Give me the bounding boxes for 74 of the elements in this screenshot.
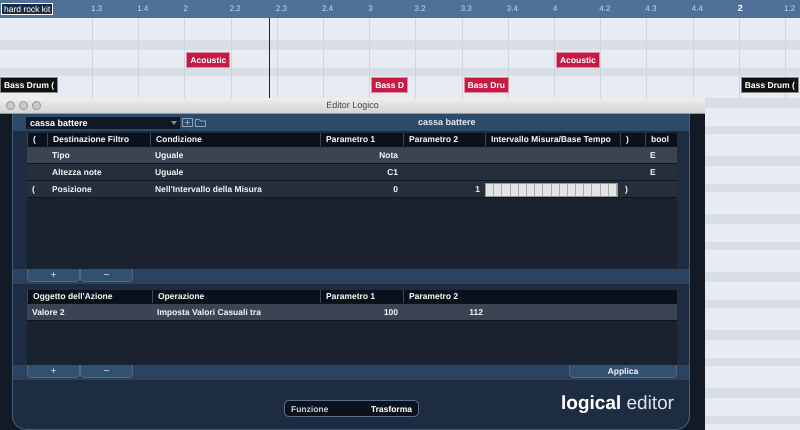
midi-part[interactable]: Bass D xyxy=(371,77,408,93)
column-header[interactable]: Intervallo Misura/Base Tempo xyxy=(485,133,620,146)
ruler-label: 3.4 xyxy=(506,4,518,13)
column-header[interactable]: bool xyxy=(645,133,672,146)
ruler-label: 3.3 xyxy=(460,4,472,13)
close-icon[interactable] xyxy=(6,101,15,110)
table-cell-text: E xyxy=(649,167,657,177)
table-cell-text: ( xyxy=(31,184,36,194)
ruler-label: 4 xyxy=(553,4,558,13)
table-cell-text: Nota xyxy=(378,150,399,160)
table-cell-text: 0 xyxy=(392,184,399,194)
ruler-label: 1.4 xyxy=(137,4,148,13)
track-name-label: hard rock kit xyxy=(1,3,54,15)
column-header[interactable]: Destinazione Filtro xyxy=(47,133,150,146)
table-cell-text: E xyxy=(649,150,657,160)
midi-part[interactable]: Acoustic xyxy=(186,52,230,68)
ruler-label: 1.2 xyxy=(784,4,796,13)
ruler-label: 4.2 xyxy=(599,4,610,13)
ruler-label: 4.3 xyxy=(645,4,657,13)
table-cell-text: Tipo xyxy=(51,150,71,160)
apply-button[interactable]: Applica xyxy=(569,365,677,378)
add-button[interactable]: + xyxy=(27,365,80,378)
table-cell-text: Posizione xyxy=(51,184,93,194)
column-header[interactable]: Oggetto dell'Azione xyxy=(27,290,152,303)
column-header[interactable]: Operazione xyxy=(152,290,320,303)
table-cell-text: Uguale xyxy=(154,150,184,160)
column-header[interactable]: ) xyxy=(620,133,645,146)
window-title: Editor Logico xyxy=(326,100,379,110)
folder-icon[interactable] xyxy=(195,118,206,127)
preset-title: cassa battere xyxy=(418,117,476,127)
ruler-label: 2 xyxy=(738,3,743,13)
bar-range-picker[interactable] xyxy=(485,183,618,197)
action-row[interactable]: Valore 2 Imposta Valori Casuali tra 100 112 xyxy=(27,304,677,321)
column-header[interactable]: Parametro 2 xyxy=(403,290,488,303)
zoom-icon[interactable] xyxy=(32,101,41,110)
table-cell-text: Uguale xyxy=(154,167,184,177)
ruler-label: 4.4 xyxy=(692,4,703,13)
ruler-label: 3.2 xyxy=(414,4,426,13)
column-header[interactable]: Parametro 1 xyxy=(320,133,403,146)
ruler-label: 3 xyxy=(368,4,373,13)
table-cell-text: Nell'Intervallo della Misura xyxy=(154,184,263,194)
column-header[interactable]: Condizione xyxy=(150,133,320,146)
table-cell-text: 100 xyxy=(382,307,399,317)
midi-part[interactable]: Bass Drum ( xyxy=(740,77,799,93)
table-cell-text: C1 xyxy=(386,167,399,177)
column-header[interactable]: Parametro 1 xyxy=(320,290,403,303)
table-cell-text: Altezza note xyxy=(51,167,103,177)
midi-part[interactable]: Bass Drum ( xyxy=(0,77,58,93)
filter-row[interactable]: Altezza note Uguale C1 E xyxy=(27,164,677,181)
logo: logical editor xyxy=(561,393,674,415)
ruler-label: 1.3 xyxy=(91,4,102,13)
minimize-icon[interactable] xyxy=(19,101,28,110)
midi-part[interactable]: Acoustic xyxy=(556,52,600,68)
column-header[interactable]: ( xyxy=(27,133,47,146)
remove-button[interactable]: − xyxy=(80,269,133,282)
filter-row[interactable]: Tipo Uguale Nota E xyxy=(27,147,677,164)
remove-button[interactable]: − xyxy=(80,365,133,378)
table-cell-text: Imposta Valori Casuali tra xyxy=(156,307,262,317)
add-button[interactable]: + xyxy=(27,269,80,282)
ruler-label: 2.4 xyxy=(322,4,334,13)
ruler-label: 2.2 xyxy=(230,4,241,13)
function-selector[interactable]: Funzione Trasforma xyxy=(284,400,419,417)
filter-row[interactable]: ( Posizione Nell'Intervallo della Misura 0 1 ) xyxy=(27,181,677,198)
table-cell-text: ) xyxy=(624,184,629,194)
save-preset-icon[interactable] xyxy=(182,118,193,127)
preset-dropdown[interactable]: cassa battere xyxy=(26,116,180,128)
table-cell-text: 1 xyxy=(474,184,481,194)
table-cell-text: Valore 2 xyxy=(31,307,66,317)
table-cell-text: 112 xyxy=(468,307,484,317)
ruler-label: 2 xyxy=(183,4,188,13)
ruler-label: 2.3 xyxy=(276,4,287,13)
midi-part[interactable]: Bass Dru xyxy=(464,77,509,93)
column-header[interactable]: Parametro 2 xyxy=(403,133,485,146)
caret-icon xyxy=(171,120,177,124)
